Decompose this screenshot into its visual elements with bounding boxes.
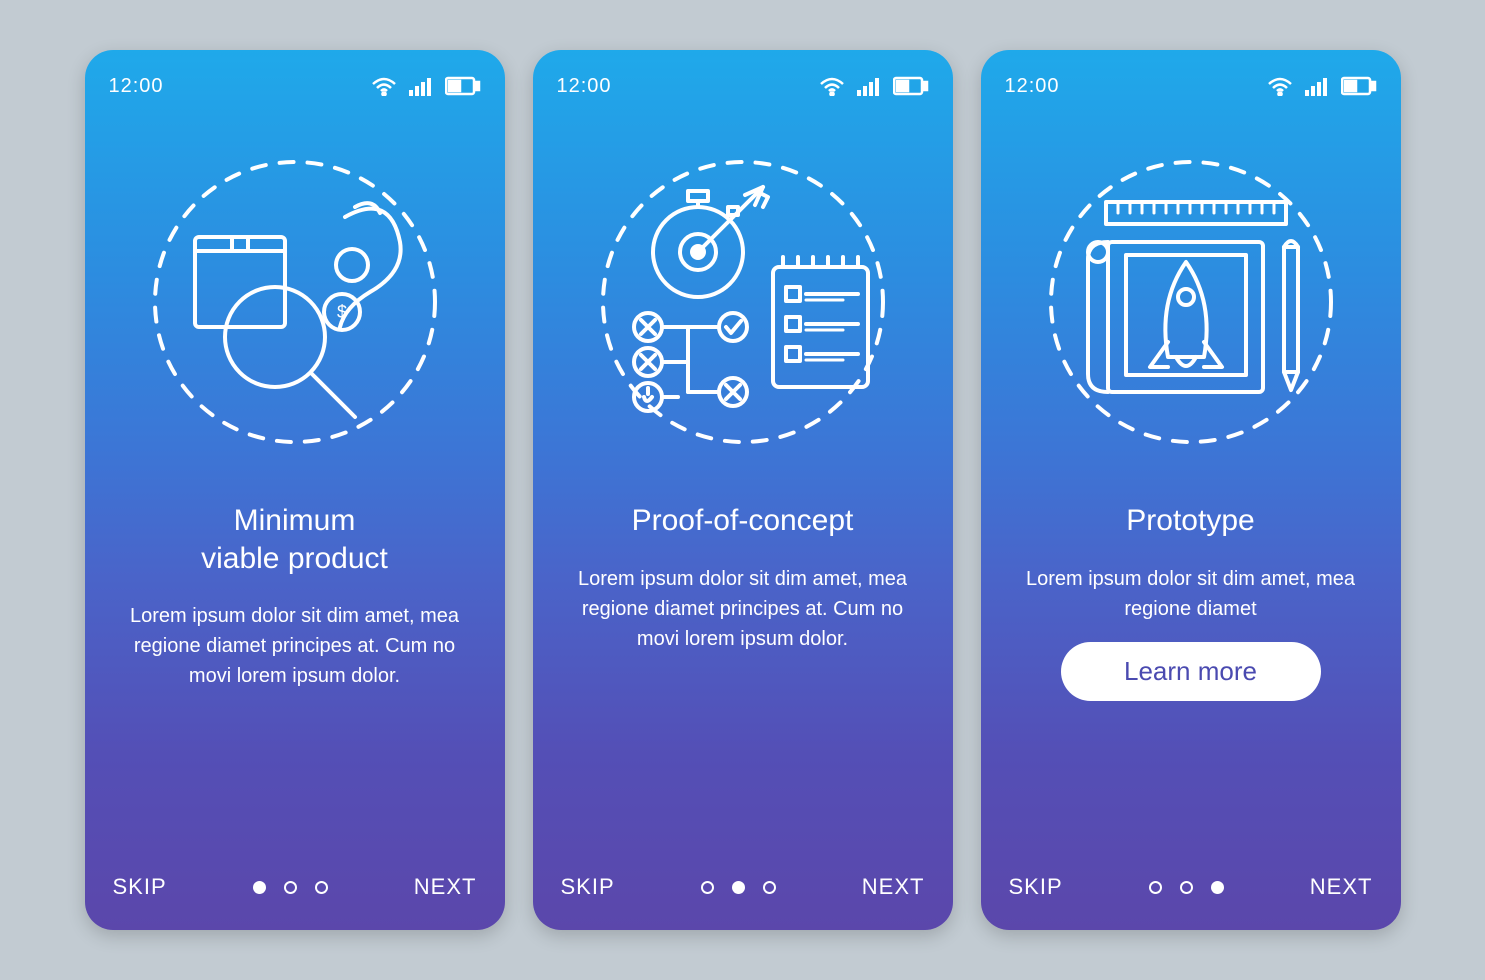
skip-button[interactable]: SKIP — [113, 874, 167, 900]
signal-icon — [409, 76, 433, 96]
battery-icon — [893, 76, 929, 96]
next-button[interactable]: NEXT — [414, 874, 477, 900]
onboarding-screen-mvp: 12:00 $ Minimum viable product Lorem ips… — [85, 50, 505, 930]
bottom-nav: SKIP NEXT — [557, 874, 929, 900]
status-time: 12:00 — [109, 75, 164, 98]
prototype-illustration — [1005, 132, 1377, 472]
svg-text:$: $ — [336, 302, 346, 322]
battery-icon — [1341, 76, 1377, 96]
onboarding-screen-poc: 12:00 — [533, 50, 953, 930]
status-bar: 12:00 — [109, 70, 481, 102]
screen-title: Minimum viable product — [109, 502, 481, 577]
page-indicator — [1149, 881, 1224, 894]
status-time: 12:00 — [1005, 75, 1060, 98]
onboarding-screen-prototype: 12:00 — [981, 50, 1401, 930]
battery-icon — [445, 76, 481, 96]
status-icons — [1267, 76, 1377, 96]
dot-1[interactable] — [253, 881, 266, 894]
dot-1[interactable] — [701, 881, 714, 894]
wifi-icon — [1267, 76, 1293, 96]
screen-title: Prototype — [1005, 502, 1377, 540]
status-bar: 12:00 — [1005, 70, 1377, 102]
screen-title: Proof-of-concept — [557, 502, 929, 540]
status-icons — [371, 76, 481, 96]
dot-2[interactable] — [732, 881, 745, 894]
bottom-nav: SKIP NEXT — [1005, 874, 1377, 900]
bottom-nav: SKIP NEXT — [109, 874, 481, 900]
next-button[interactable]: NEXT — [1310, 874, 1373, 900]
screen-description: Lorem ipsum dolor sit dim amet, mea regi… — [1005, 564, 1377, 624]
dot-3[interactable] — [1211, 881, 1224, 894]
dot-2[interactable] — [284, 881, 297, 894]
screen-description: Lorem ipsum dolor sit dim amet, mea regi… — [109, 601, 481, 691]
dot-1[interactable] — [1149, 881, 1162, 894]
mvp-illustration: $ — [109, 132, 481, 472]
dot-3[interactable] — [763, 881, 776, 894]
wifi-icon — [371, 76, 397, 96]
skip-button[interactable]: SKIP — [1009, 874, 1063, 900]
status-time: 12:00 — [557, 75, 612, 98]
poc-illustration — [557, 132, 929, 472]
page-indicator — [701, 881, 776, 894]
screen-description: Lorem ipsum dolor sit dim amet, mea regi… — [557, 564, 929, 654]
signal-icon — [857, 76, 881, 96]
dot-3[interactable] — [315, 881, 328, 894]
skip-button[interactable]: SKIP — [561, 874, 615, 900]
next-button[interactable]: NEXT — [862, 874, 925, 900]
learn-more-button[interactable]: Learn more — [1061, 642, 1321, 701]
dot-2[interactable] — [1180, 881, 1193, 894]
signal-icon — [1305, 76, 1329, 96]
wifi-icon — [819, 76, 845, 96]
status-icons — [819, 76, 929, 96]
status-bar: 12:00 — [557, 70, 929, 102]
page-indicator — [253, 881, 328, 894]
